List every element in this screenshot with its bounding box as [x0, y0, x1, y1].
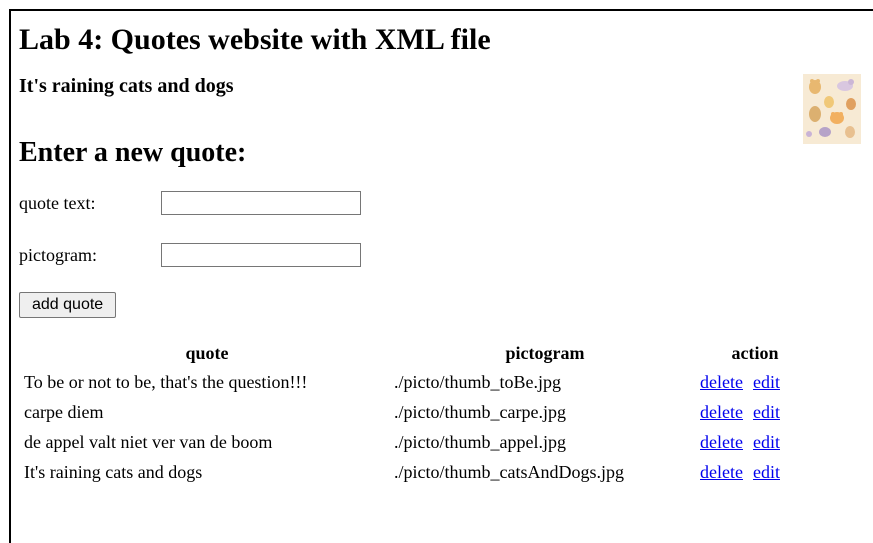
action-cell: delete edit	[699, 368, 811, 396]
delete-link[interactable]: delete	[700, 402, 743, 422]
quote-cell: carpe diem	[24, 401, 104, 422]
page-title: Lab 4: Quotes website with XML file	[19, 23, 491, 56]
table-row: carpe diem ./picto/thumb_carpe.jpg delet…	[23, 398, 811, 426]
main-content: Lab 4: Quotes website with XML file It's…	[19, 20, 869, 488]
form-heading: Enter a new quote:	[19, 137, 247, 168]
header-action: action	[731, 342, 779, 363]
quote-cell: To be or not to be, that's the question!…	[24, 371, 308, 392]
edit-link[interactable]: edit	[753, 432, 780, 452]
action-cell: delete edit	[699, 458, 811, 486]
pictogram-cell: ./picto/thumb_appel.jpg	[394, 431, 566, 452]
pictogram-cell: ./picto/thumb_toBe.jpg	[394, 371, 561, 392]
quote-text-row: quote text:	[19, 188, 869, 218]
action-cell: delete edit	[699, 398, 811, 426]
action-cell: delete edit	[699, 428, 811, 456]
pictogram-cell: ./picto/thumb_catsAndDogs.jpg	[394, 461, 624, 482]
delete-link[interactable]: delete	[700, 462, 743, 482]
pictogram-label: pictogram:	[19, 244, 97, 265]
pictogram-input[interactable]	[161, 243, 361, 267]
table-row: To be or not to be, that's the question!…	[23, 368, 811, 396]
pictogram-row: pictogram:	[19, 240, 869, 270]
quotes-table: quote pictogram action To be or not to b…	[21, 338, 813, 488]
current-quote: It's raining cats and dogs	[19, 75, 234, 97]
header-pictogram: pictogram	[505, 342, 585, 363]
current-quote-section: It's raining cats and dogs	[19, 74, 869, 144]
delete-link[interactable]: delete	[700, 432, 743, 452]
delete-link[interactable]: delete	[700, 372, 743, 392]
pictogram-cell: ./picto/thumb_carpe.jpg	[394, 401, 566, 422]
add-quote-button[interactable]: add quote	[19, 292, 117, 318]
quote-cell: It's raining cats and dogs	[24, 461, 203, 482]
header-quote: quote	[185, 342, 229, 363]
table-row: It's raining cats and dogs ./picto/thumb…	[23, 458, 811, 486]
quote-text-input[interactable]	[161, 191, 361, 215]
cats-and-dogs-picture-icon	[803, 74, 861, 144]
edit-link[interactable]: edit	[753, 462, 780, 482]
table-header-row: quote pictogram action	[23, 340, 811, 366]
edit-link[interactable]: edit	[753, 402, 780, 422]
quote-cell: de appel valt niet ver van de boom	[24, 431, 273, 452]
quote-text-label: quote text:	[19, 192, 96, 213]
edit-link[interactable]: edit	[753, 372, 780, 392]
table-row: de appel valt niet ver van de boom ./pic…	[23, 428, 811, 456]
